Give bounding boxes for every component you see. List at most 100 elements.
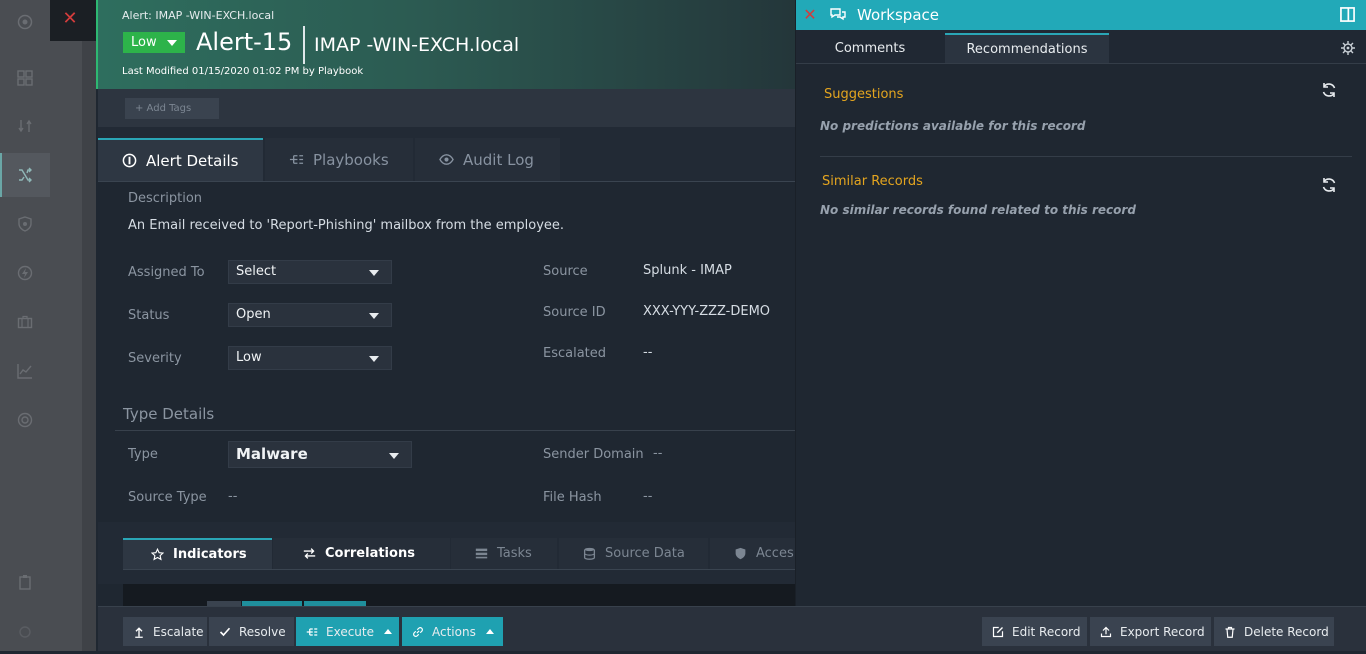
chat-bubbles-icon [830,8,846,21]
severity-value: Low [236,350,262,365]
tab-recommendations[interactable]: Recommendations [945,33,1109,63]
source-id-label: Source ID [543,305,606,320]
drawer-close-icon[interactable]: ✕ [60,9,80,29]
button-label: Resolve [239,624,286,639]
tasks-icon [475,548,488,559]
tab-label: Tasks [497,546,532,561]
status-value: Open [236,307,271,322]
tab-indicators[interactable]: Indicators [123,538,272,569]
button-label: Execute [326,624,374,639]
last-modified-text: Last Modified 01/15/2020 01:02 PM by Pla… [122,66,364,77]
source-type-label: Source Type [128,490,207,505]
close-icon[interactable]: ✕ [802,6,818,24]
file-hash-label: File Hash [543,490,602,505]
dashboard-icon[interactable] [0,56,50,100]
chevron-down-icon [369,270,379,276]
tab-correlations[interactable]: Correlations [273,538,450,569]
briefcase-icon[interactable] [0,300,50,344]
tab-source-data[interactable]: Source Data [559,538,708,569]
type-label: Type [128,447,158,462]
similar-records-heading: Similar Records [822,174,923,189]
suggestions-heading: Suggestions [824,87,904,102]
shield-icon [735,547,746,560]
workspace-title: Workspace [857,6,939,24]
button-label: Actions [432,624,476,639]
gear-icon[interactable] [1341,41,1355,55]
source-type-value: -- [228,489,238,504]
tab-playbooks[interactable]: Playbooks [265,138,413,181]
playbook-icon [289,155,304,164]
execute-button[interactable]: Execute [296,617,399,646]
left-nav-rail [0,0,50,651]
type-select[interactable]: Malware [228,441,412,468]
severity-label: Low [131,35,157,50]
actions-button[interactable]: Actions [402,617,503,646]
source-label: Source [543,264,588,279]
chevron-up-icon [485,629,494,634]
delete-record-button[interactable]: Delete Record [1214,617,1334,646]
chevron-up-icon [384,629,392,634]
assigned-to-value: Select [236,264,277,279]
logo-icon[interactable] [0,0,50,44]
settings-gear-icon[interactable] [0,610,50,654]
escalated-label: Escalated [543,346,607,361]
sender-domain-label: Sender Domain [543,447,644,462]
sender-domain-value: -- [653,446,663,461]
playbook-icon [306,627,318,636]
section-divider [820,156,1352,157]
link-icon [413,626,423,637]
split-panel-icon[interactable] [1340,7,1355,22]
tab-label: Source Data [605,546,685,561]
chevron-down-icon [389,453,399,459]
tab-label: Audit Log [463,150,534,169]
button-label: Edit Record [1012,624,1081,639]
edit-icon [992,626,1004,637]
tab-comments[interactable]: Comments [797,33,943,63]
button-label: Delete Record [1244,624,1329,639]
escalate-button[interactable]: Escalate [123,617,207,646]
resolve-button[interactable]: Resolve [209,617,294,646]
export-record-button[interactable]: Export Record [1090,617,1211,646]
refresh-icon[interactable] [1321,177,1337,193]
tab-audit-log[interactable]: Audit Log [415,138,560,181]
severity-dropdown[interactable]: Low [123,32,185,53]
status-select[interactable]: Open [228,303,392,327]
button-label: Export Record [1120,624,1205,639]
breadcrumb: Alert: IMAP -WIN-EXCH.local [122,9,275,22]
security-shield-icon[interactable] [0,202,50,246]
trash-icon [1225,626,1235,638]
similar-records-empty-message: No similar records found related to this… [820,203,1136,217]
upload-icon [1100,626,1112,637]
automation-bolt-icon[interactable] [0,251,50,295]
file-hash-value: -- [643,489,653,504]
type-details-heading: Type Details [123,405,215,423]
sub-tabs-divider [123,569,796,570]
reports-chart-icon[interactable] [0,349,50,393]
tab-label: Alert Details [146,151,239,170]
type-value: Malware [236,445,308,463]
button-label: Escalate [153,624,204,639]
escalated-value: -- [643,345,653,360]
record-id: Alert-15 [196,28,293,56]
tab-alert-details[interactable]: Alert Details [98,138,263,181]
status-label: Status [128,308,170,323]
source-value: Splunk - IMAP [643,263,732,278]
edit-record-button[interactable]: Edit Record [982,617,1087,646]
add-tags-input[interactable]: + Add Tags [125,98,219,119]
escalate-arrow-icon [135,626,143,638]
section-divider [115,430,796,431]
help-lifebuoy-icon[interactable] [0,398,50,442]
info-icon [122,153,137,168]
record-name: IMAP -WIN-EXCH.local [314,34,520,56]
refresh-icon[interactable] [1321,82,1337,98]
assigned-to-select[interactable]: Select [228,260,392,284]
tab-label: Acces [756,546,794,561]
suggestions-empty-message: No predictions available for this record [820,119,1086,133]
tab-access[interactable]: Acces [710,538,796,569]
severity-select[interactable]: Low [228,346,392,370]
incident-response-icon[interactable] [0,153,50,197]
clipboard-icon[interactable] [0,560,50,604]
tab-tasks[interactable]: Tasks [451,538,557,569]
eye-icon [439,154,454,165]
queue-icon[interactable] [0,104,50,148]
